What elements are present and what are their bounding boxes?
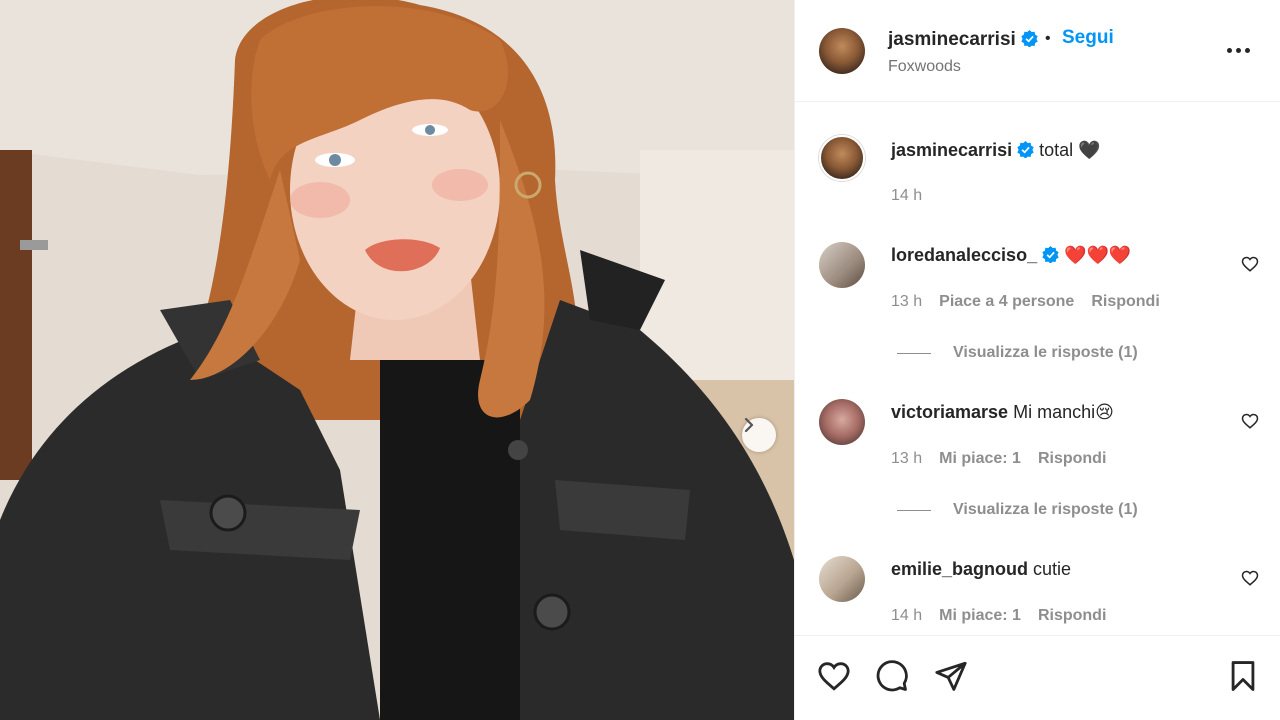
author-username[interactable]: jasminecarrisi [888, 29, 1016, 50]
post-photo[interactable] [0, 0, 794, 720]
comment-text: Mi manchi😢 [1013, 402, 1114, 422]
comment-like-heart-icon[interactable] [1241, 412, 1259, 430]
follow-button[interactable]: Segui [1062, 27, 1114, 49]
chevron-right-icon [744, 418, 754, 432]
reply-button[interactable]: Rispondi [1091, 293, 1159, 311]
verified-badge-icon [1017, 141, 1034, 158]
more-options-icon[interactable] [1227, 40, 1251, 60]
commenter-avatar[interactable] [819, 399, 865, 445]
comment-time: 13 h [891, 293, 923, 310]
caption-meta: 14 h [891, 187, 922, 205]
comment-username[interactable]: loredanalecciso_ [891, 245, 1037, 265]
caption-avatar[interactable] [819, 135, 865, 181]
verified-badge-icon [1042, 246, 1059, 263]
comment-likes[interactable]: Piace a 4 persone [939, 293, 1074, 311]
author-username-container: jasminecarrisi [888, 29, 1038, 51]
next-photo-button[interactable] [742, 418, 776, 452]
caption-text-line: jasminecarrisi total 🖤 [891, 140, 1101, 161]
replies-divider [897, 509, 931, 511]
post-side-panel: jasminecarrisi • Segui Foxwoods jasminec… [794, 0, 1280, 720]
comment-username[interactable]: emilie_bagnoud [891, 559, 1028, 579]
comment-bubble-icon[interactable] [875, 659, 909, 693]
replies-divider [897, 352, 931, 354]
comment-likes[interactable]: Mi piace: 1 [939, 450, 1021, 468]
commenter-avatar[interactable] [819, 242, 865, 288]
heart-icon[interactable] [817, 659, 851, 693]
separator-dot: • [1045, 30, 1051, 47]
comment-text-line: loredanalecciso_ ❤️❤️❤️ [891, 245, 1131, 266]
comment-meta: 13 h Mi piace: 1 Rispondi [891, 450, 1106, 468]
view-replies-label: Visualizza le risposte (1) [953, 501, 1138, 518]
bookmark-icon[interactable] [1226, 659, 1260, 693]
comment-text-line: emilie_bagnoud cutie [891, 559, 1071, 580]
post-header: jasminecarrisi • Segui Foxwoods [795, 0, 1280, 102]
comment-time: 13 h [891, 450, 923, 467]
post-location[interactable]: Foxwoods [888, 58, 961, 76]
comment-like-heart-icon[interactable] [1241, 255, 1259, 273]
reply-button[interactable]: Rispondi [1038, 450, 1106, 468]
comment-text-line: victoriamarse Mi manchi😢 [891, 402, 1114, 423]
view-replies-button[interactable]: Visualizza le risposte (1) [897, 501, 1138, 519]
verified-badge-icon [1021, 30, 1038, 47]
reply-button[interactable]: Rispondi [1038, 607, 1106, 625]
view-replies-button[interactable]: Visualizza le risposte (1) [897, 344, 1138, 362]
caption-text: total 🖤 [1039, 140, 1101, 160]
caption-time: 14 h [891, 187, 923, 204]
comment-text: ❤️❤️❤️ [1064, 245, 1132, 265]
paper-plane-icon[interactable] [934, 659, 968, 693]
comment-username[interactable]: victoriamarse [891, 402, 1008, 422]
commenter-avatar[interactable] [819, 556, 865, 602]
post-actions-bar [795, 635, 1280, 720]
caption-username[interactable]: jasminecarrisi [891, 140, 1012, 160]
comment-meta: 14 h Mi piace: 1 Rispondi [891, 607, 1106, 625]
comment-meta: 13 h Piace a 4 persone Rispondi [891, 293, 1160, 311]
comments-list[interactable]: jasminecarrisi total 🖤 14 h loredanalecc… [795, 103, 1280, 635]
comment-likes[interactable]: Mi piace: 1 [939, 607, 1021, 625]
comment-time: 14 h [891, 607, 923, 624]
view-replies-label: Visualizza le risposte (1) [953, 344, 1138, 361]
photo-illustration [0, 0, 794, 720]
comment-like-heart-icon[interactable] [1241, 569, 1259, 587]
author-avatar[interactable] [819, 28, 865, 74]
comment-text: cutie [1033, 559, 1072, 579]
